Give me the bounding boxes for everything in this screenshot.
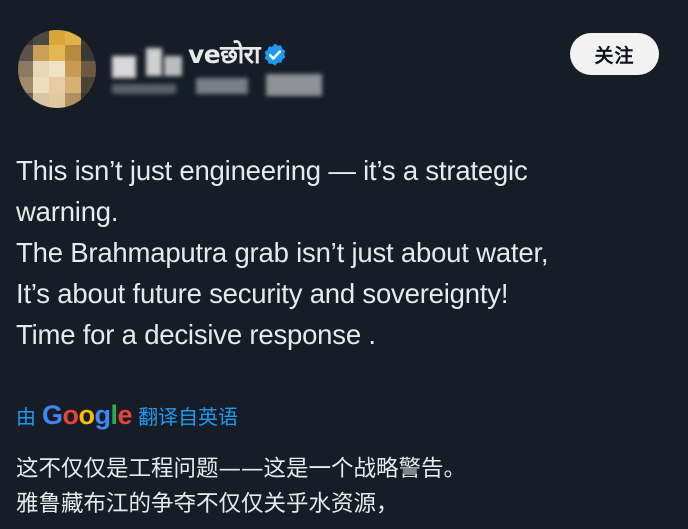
tweet-card: veछोरा 关注 This isn’t just engineering — … [0,0,688,529]
tweet-line: warning. [16,196,119,227]
avatar-pixel [81,77,96,93]
avatar-pixel [33,30,49,45]
google-letter: G [42,399,63,430]
avatar-pixel [81,45,96,61]
tweet-line: The Brahmaputra grab isn’t just about wa… [16,237,549,268]
tweet-line: This isn’t just engineering — it’s a str… [16,155,528,186]
avatar-pixel [81,93,96,108]
avatar-pixel [81,30,96,45]
redacted-handle-block [196,78,248,94]
avatar-pixel [18,93,33,108]
avatar-pixel [33,93,49,108]
follow-button[interactable]: 关注 [570,33,659,75]
redacted-name-block [112,56,136,78]
google-letter: e [117,399,133,430]
avatar-pixel [49,30,65,45]
translated-line: 雅鲁藏布江的争夺不仅仅关乎水资源， [16,491,399,517]
google-logo: Google [42,399,133,431]
avatar[interactable] [18,30,96,108]
tweet-text: This isn’t just engineering — it’s a str… [16,150,676,355]
avatar-pixel [65,61,81,77]
avatar-pixel [49,77,65,93]
google-letter: l [110,399,119,430]
avatar-pixel [18,30,33,45]
google-letter: o [62,399,80,430]
avatar-pixel [33,45,49,61]
redacted-name-block [164,56,182,76]
verified-badge-icon [264,43,286,66]
avatar-pixel [81,61,96,77]
avatar-pixel [65,77,81,93]
tweet-line: Time for a decisive response . [16,319,376,350]
redacted-name-block [146,48,162,76]
redacted-handle-block [266,74,322,96]
tweet-line: It’s about future security and sovereign… [16,278,509,309]
avatar-pixel [33,77,49,93]
avatar-pixel [18,45,33,61]
avatar-pixel [18,77,33,93]
avatar-pixel [65,45,81,61]
redacted-handle-block [112,84,176,94]
avatar-pixel [18,61,33,77]
google-letter: o [78,399,96,430]
translate-source-label: 翻译自英语 [138,404,239,429]
translated-text: 这不仅仅是工程问题——这是一个战略警告。 雅鲁藏布江的争夺不仅仅关乎水资源， [16,452,676,522]
translated-by-google-link[interactable]: 由 Google 翻译自英语 [16,398,238,432]
translated-line: 这不仅仅是工程问题——这是一个战略警告。 [16,456,467,482]
avatar-pixel [49,93,65,108]
author-name[interactable]: veछोरा [188,37,260,71]
avatar-pixel [65,93,81,108]
avatar-pixel [65,30,81,45]
avatar-pixel [33,61,49,77]
avatar-pixel [49,45,65,61]
translate-by-label: 由 [16,404,36,429]
google-letter: g [94,399,112,430]
avatar-pixel [49,61,65,77]
